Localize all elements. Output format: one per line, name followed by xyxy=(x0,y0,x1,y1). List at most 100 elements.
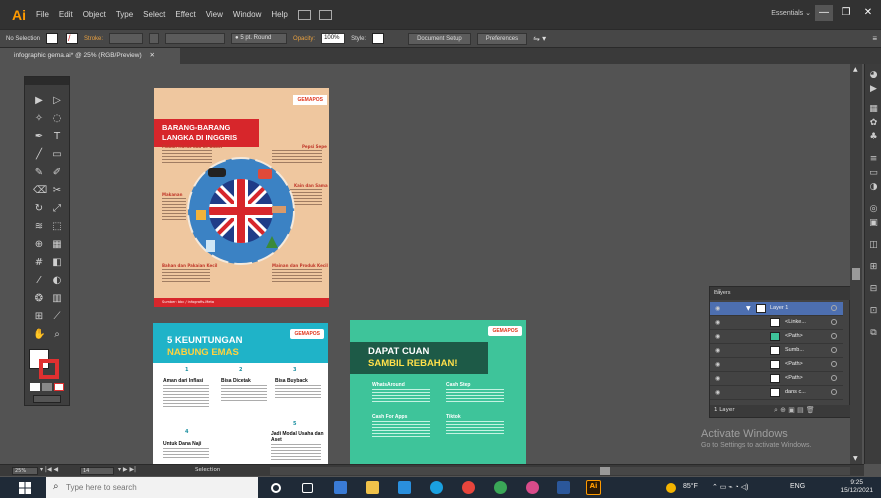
eraser-tool-icon[interactable]: ⌫ xyxy=(33,185,47,197)
scroll-up-icon[interactable]: ▲ xyxy=(853,66,858,73)
vertical-scrollbar[interactable]: ▲ ▼ xyxy=(850,64,862,464)
eyedropper-tool-icon[interactable]: ⁄ xyxy=(33,275,45,287)
scale-tool-icon[interactable]: ⤢ xyxy=(51,203,63,215)
preferences-button[interactable]: Preferences xyxy=(476,32,528,45)
swatches-panel-icon[interactable]: ▦ xyxy=(868,104,879,115)
perspective-grid-tool-icon[interactable]: ▦ xyxy=(51,239,63,251)
menu-type[interactable]: Type xyxy=(116,10,133,19)
store-icon[interactable] xyxy=(334,481,347,494)
layer-row[interactable]: ◉ <Path> xyxy=(710,372,843,386)
line-tool-icon[interactable]: ╱ xyxy=(33,149,45,161)
language-indicator[interactable]: ENG xyxy=(790,483,805,490)
weather-icon[interactable] xyxy=(666,483,676,493)
lasso-tool-icon[interactable]: ◌ xyxy=(51,113,63,125)
eye-icon[interactable]: ◉ xyxy=(715,375,720,382)
gradient-panel-icon[interactable]: ▭ xyxy=(868,168,879,179)
symbols-panel-icon[interactable]: ♣ xyxy=(868,132,879,143)
document-setup-button[interactable]: Document Setup xyxy=(408,32,471,45)
stroke-swatch[interactable]: / xyxy=(66,33,79,44)
artboard-keuntungan-emas[interactable]: GEMAPOS 5 KEUNTUNGAN NABUNG EMAS 1 2 3 A… xyxy=(153,323,328,465)
horizontal-scrollbar[interactable] xyxy=(270,467,850,475)
rectangle-tool-icon[interactable]: ▭ xyxy=(51,149,63,161)
status-text[interactable]: Selection xyxy=(195,467,220,473)
gradient-mode-icon[interactable] xyxy=(42,383,52,391)
shape-builder-tool-icon[interactable]: ⊕ xyxy=(33,239,45,251)
layer-row[interactable]: ◉ ▼ Layer 1 xyxy=(710,302,843,316)
layer-row[interactable]: ◉ <Path> xyxy=(710,330,843,344)
zoom-field[interactable]: 25% xyxy=(12,467,38,475)
artboard-number-field[interactable]: 14 xyxy=(80,467,114,475)
stroke-weight-dropdown[interactable] xyxy=(109,33,144,44)
layer-row[interactable]: ◉ <Linke... xyxy=(710,316,843,330)
tools-panel-header[interactable] xyxy=(25,77,69,85)
menu-object[interactable]: Object xyxy=(83,10,106,19)
panel-menu-icon[interactable]: ≡ xyxy=(872,34,877,43)
scissors-tool-icon[interactable]: ✂ xyxy=(51,185,63,197)
artboard-tool-icon[interactable]: ⊞ xyxy=(33,311,45,323)
document-tab[interactable]: infographic gema.ai* @ 25% (RGB/Preview)… xyxy=(0,48,180,64)
mail-icon[interactable] xyxy=(398,481,411,494)
eye-icon[interactable]: ◉ xyxy=(715,305,720,312)
pathfinder-panel-icon[interactable]: ⧉ xyxy=(868,328,879,339)
target-icon[interactable] xyxy=(831,347,837,353)
menu-window[interactable]: Window xyxy=(233,10,261,19)
column-graph-tool-icon[interactable]: ▥ xyxy=(51,293,63,305)
expand-triangle-icon[interactable]: ▼ xyxy=(746,305,751,312)
slice-tool-icon[interactable]: ⟋ xyxy=(51,311,63,323)
eye-icon[interactable]: ◉ xyxy=(715,333,720,340)
blend-tool-icon[interactable]: ◐ xyxy=(51,275,63,287)
menu-view[interactable]: View xyxy=(206,10,223,19)
chrome-icon[interactable] xyxy=(462,481,475,494)
menu-file[interactable]: File xyxy=(36,10,49,19)
vertical-scroll-thumb[interactable] xyxy=(852,268,860,280)
horizontal-scroll-thumb[interactable] xyxy=(600,467,610,475)
close-tab-icon[interactable]: ✕ xyxy=(149,52,154,59)
layers-panel-icon[interactable]: ◫ xyxy=(868,240,879,251)
task-view-icon[interactable] xyxy=(302,483,313,493)
workspace-switcher[interactable]: Essentials ⌄ xyxy=(771,9,811,17)
variable-width-dropdown[interactable] xyxy=(165,33,226,44)
symbol-sprayer-tool-icon[interactable]: ❂ xyxy=(33,293,45,305)
appearance-panel-icon[interactable]: ◎ xyxy=(868,204,879,215)
arrange-documents-icon[interactable] xyxy=(318,9,332,20)
layer-row[interactable]: ◉ dans c... xyxy=(710,386,843,400)
illustrator-taskbar-icon[interactable]: Ai xyxy=(586,480,601,495)
artboard-barang-langka[interactable]: GEMAPOS BARANG-BARANG LANGKA DI INGGRIS … xyxy=(154,88,329,307)
color-panel-icon[interactable]: ◕ xyxy=(868,70,879,81)
pen-tool-icon[interactable]: ✒ xyxy=(33,131,45,143)
menu-effect[interactable]: Effect xyxy=(175,10,195,19)
tray-icons[interactable]: ⌃ ▭ ⌁ ◔ ◁) xyxy=(712,483,748,491)
target-icon[interactable] xyxy=(831,305,837,311)
scroll-down-icon[interactable]: ▼ xyxy=(853,455,858,462)
target-icon[interactable] xyxy=(831,361,837,367)
cortana-icon[interactable] xyxy=(271,483,281,493)
type-tool-icon[interactable]: T xyxy=(51,131,63,143)
brushes-panel-icon[interactable]: ✿ xyxy=(868,118,879,129)
restore-button[interactable]: ❐ xyxy=(837,5,855,21)
maps-icon[interactable] xyxy=(494,481,507,494)
stroke-dropdown-arrow[interactable] xyxy=(149,33,160,44)
layer-row[interactable]: ◉ <Path> xyxy=(710,358,843,372)
graphic-styles-icon[interactable]: ▣ xyxy=(868,218,879,229)
transparency-panel-icon[interactable]: ◑ xyxy=(868,182,879,193)
menu-edit[interactable]: Edit xyxy=(59,10,73,19)
bridge-icon[interactable] xyxy=(297,9,311,20)
artboard-dapat-cuan[interactable]: GEMAPOS DAPAT CUAN SAMBIL REBAHAN! Whats… xyxy=(350,320,526,465)
rotate-tool-icon[interactable]: ↻ xyxy=(33,203,45,215)
target-icon[interactable] xyxy=(831,319,837,325)
hand-tool-icon[interactable]: ✋ xyxy=(33,329,45,341)
eye-icon[interactable]: ◉ xyxy=(715,361,720,368)
transform-panel-icon[interactable]: ⊡ xyxy=(868,306,879,317)
paintbrush-tool-icon[interactable]: ✎ xyxy=(33,167,45,179)
color-mode-icon[interactable] xyxy=(30,383,40,391)
pencil-tool-icon[interactable]: ✐ xyxy=(51,167,63,179)
file-explorer-icon[interactable] xyxy=(366,481,379,494)
selection-tool-icon[interactable]: ▶ xyxy=(33,95,45,107)
word-icon[interactable] xyxy=(557,481,570,494)
fill-swatch[interactable] xyxy=(46,33,59,44)
width-tool-icon[interactable]: ≋ xyxy=(33,221,45,233)
taskbar-clock[interactable]: 9:25 15/12/2021 xyxy=(840,479,873,495)
target-icon[interactable] xyxy=(831,389,837,395)
gradient-tool-icon[interactable]: ◧ xyxy=(51,257,63,269)
direct-selection-tool-icon[interactable]: ▷ xyxy=(51,95,63,107)
